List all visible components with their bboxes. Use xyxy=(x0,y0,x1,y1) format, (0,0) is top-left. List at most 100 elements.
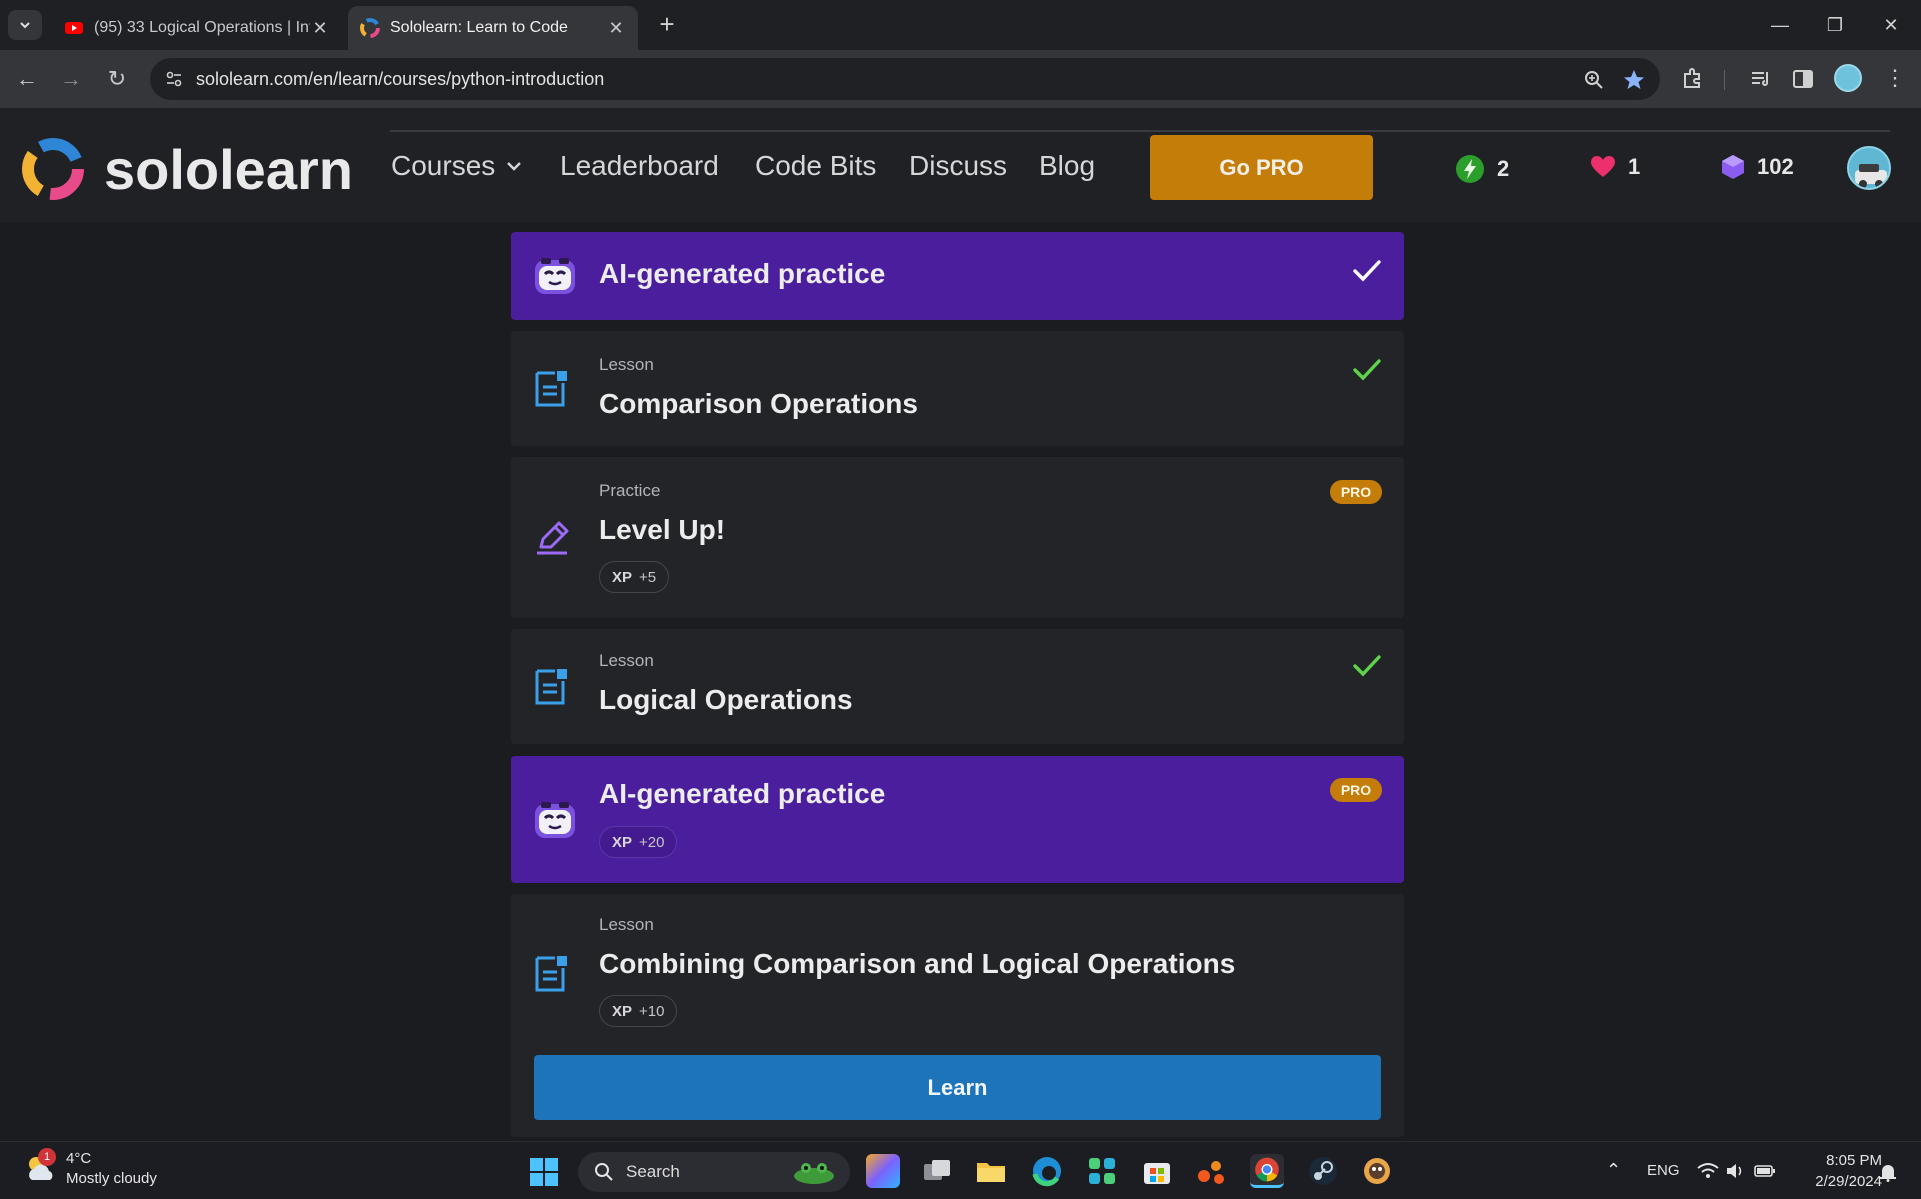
more-menu-icon[interactable]: ⋮ xyxy=(1884,64,1906,94)
card-title: Logical Operations xyxy=(599,684,853,715)
restore-icon[interactable]: ❐ xyxy=(1817,10,1853,40)
card-title: Level Up! xyxy=(599,514,726,545)
notification-count-badge: 1 xyxy=(38,1147,56,1166)
browser-tab-bar: (95) 33 Logical Operations | Intr ✕ Solo… xyxy=(0,0,1921,50)
ai-practice-card[interactable]: AI-generated practice xyxy=(511,232,1404,320)
bookmark-star-icon[interactable] xyxy=(1622,68,1646,92)
pencil-icon xyxy=(537,521,569,555)
toolbar-divider xyxy=(1724,70,1725,90)
nav-blog[interactable]: Blog xyxy=(1039,150,1095,182)
lesson-card[interactable]: Lesson Comparison Operations xyxy=(511,331,1404,446)
close-tab-icon[interactable]: ✕ xyxy=(310,18,330,39)
learn-button[interactable]: Learn xyxy=(534,1055,1381,1120)
search-highlight-frog-icon xyxy=(794,1163,834,1184)
url-text: sololearn.com/en/learn/courses/python-in… xyxy=(196,69,605,89)
chrome-icon[interactable] xyxy=(1250,1154,1284,1188)
streak-counter[interactable]: 2 xyxy=(1455,154,1509,184)
streak-bolt-icon xyxy=(1456,155,1484,183)
taskbar-search[interactable]: Search xyxy=(578,1152,850,1192)
clock-time[interactable]: 8:05 PM xyxy=(1812,1152,1882,1169)
gems-counter[interactable]: 102 xyxy=(1721,154,1794,180)
site-info-icon[interactable] xyxy=(164,69,184,89)
check-icon xyxy=(1353,359,1381,381)
app-icon[interactable] xyxy=(1085,1154,1119,1188)
clock-date[interactable]: 2/29/2024 xyxy=(1796,1173,1882,1190)
lesson-document-icon xyxy=(535,669,567,705)
xp-value: +5 xyxy=(639,568,657,586)
wifi-icon[interactable] xyxy=(1697,1162,1719,1180)
card-title: AI-generated practice xyxy=(599,258,886,289)
notification-bell-icon[interactable] xyxy=(1878,1162,1898,1182)
sololearn-logo[interactable]: sololearn xyxy=(20,136,353,202)
media-control-icon[interactable] xyxy=(1748,66,1774,92)
header-divider xyxy=(390,130,1890,132)
tab-search-button[interactable] xyxy=(8,10,42,40)
tab-sololearn[interactable]: Sololearn: Learn to Code ✕ xyxy=(348,6,638,50)
pro-badge: PRO xyxy=(1330,480,1382,504)
reload-icon[interactable]: ↻ xyxy=(102,64,132,94)
site-header: sololearn Courses Leaderboard Code Bits … xyxy=(0,108,1921,222)
new-tab-button[interactable]: + xyxy=(652,10,682,40)
volume-icon[interactable] xyxy=(1725,1162,1745,1180)
xp-badge: XP +10 xyxy=(599,995,678,1027)
lesson-card[interactable]: Lesson Logical Operations xyxy=(511,629,1404,744)
windows-start-icon[interactable] xyxy=(528,1156,560,1188)
heart-icon xyxy=(1591,156,1615,177)
app-dots-icon[interactable] xyxy=(1194,1154,1228,1188)
xp-label: XP xyxy=(612,833,633,851)
nav-discuss[interactable]: Discuss xyxy=(909,150,1007,182)
file-explorer-icon[interactable] xyxy=(974,1154,1008,1188)
search-icon xyxy=(595,1163,613,1181)
game-app-icon[interactable] xyxy=(1360,1154,1394,1188)
xp-badge: XP +20 xyxy=(599,826,678,858)
card-kind: Practice xyxy=(599,481,661,500)
xp-badge: XP +5 xyxy=(599,561,670,593)
weather-icon: 1 xyxy=(24,1147,58,1186)
lesson-document-icon xyxy=(535,371,567,407)
tab-title: (95) 33 Logical Operations | Intr xyxy=(94,19,310,36)
task-view-icon[interactable] xyxy=(920,1154,954,1188)
close-tab-icon[interactable]: ✕ xyxy=(606,18,626,39)
xp-value: +20 xyxy=(639,833,665,851)
forward-icon[interactable]: → xyxy=(56,64,86,94)
lesson-document-icon xyxy=(535,956,567,992)
card-title: Comparison Operations xyxy=(599,388,918,419)
nav-courses[interactable]: Courses xyxy=(391,150,525,182)
back-icon[interactable]: ← xyxy=(12,64,42,94)
xp-label: XP xyxy=(612,568,633,586)
microsoft-store-icon[interactable] xyxy=(1140,1154,1174,1188)
card-kind: Lesson xyxy=(599,355,654,374)
weather-text: 4°C Mostly cloudy xyxy=(66,1150,157,1187)
ai-practice-card[interactable]: AI-generated practice PRO XP +20 xyxy=(511,756,1404,883)
tab-youtube[interactable]: (95) 33 Logical Operations | Intr ✕ xyxy=(52,6,342,50)
streak-count: 2 xyxy=(1497,156,1510,181)
tab-title: Sololearn: Learn to Code xyxy=(390,19,568,36)
edge-browser-icon[interactable] xyxy=(1030,1154,1064,1188)
tray-overflow-icon[interactable]: ⌃ xyxy=(1606,1160,1621,1181)
user-avatar[interactable] xyxy=(1847,146,1891,190)
profile-avatar[interactable] xyxy=(1834,64,1862,92)
card-title: AI-generated practice xyxy=(599,778,886,809)
battery-icon[interactable] xyxy=(1754,1162,1776,1180)
zoom-icon[interactable] xyxy=(1582,68,1606,92)
input-language[interactable]: ENG xyxy=(1647,1162,1680,1179)
pro-badge: PRO xyxy=(1330,778,1382,802)
gem-icon xyxy=(1722,155,1744,179)
card-kind: Lesson xyxy=(599,651,654,670)
card-title: Combining Comparison and Logical Operati… xyxy=(599,948,1236,979)
side-panel-icon[interactable] xyxy=(1790,66,1816,92)
nav-leaderboard[interactable]: Leaderboard xyxy=(560,150,719,182)
go-pro-button[interactable]: Go PRO xyxy=(1150,135,1373,200)
hearts-counter[interactable]: 1 xyxy=(1590,154,1640,180)
close-window-icon[interactable]: ✕ xyxy=(1873,10,1909,40)
nav-code-bits[interactable]: Code Bits xyxy=(755,150,876,182)
card-kind: Lesson xyxy=(599,915,654,934)
address-bar[interactable]: sololearn.com/en/learn/courses/python-in… xyxy=(150,58,1660,100)
weather-temp: 4°C xyxy=(66,1150,92,1167)
practice-card[interactable]: Practice Level Up! PRO XP +5 xyxy=(511,457,1404,618)
steam-icon[interactable] xyxy=(1306,1154,1340,1188)
weather-widget[interactable]: 1 4°C Mostly cloudy xyxy=(24,1147,157,1187)
minimize-icon[interactable]: — xyxy=(1762,10,1798,40)
extensions-icon[interactable] xyxy=(1680,66,1706,92)
copilot-icon[interactable] xyxy=(866,1154,900,1188)
